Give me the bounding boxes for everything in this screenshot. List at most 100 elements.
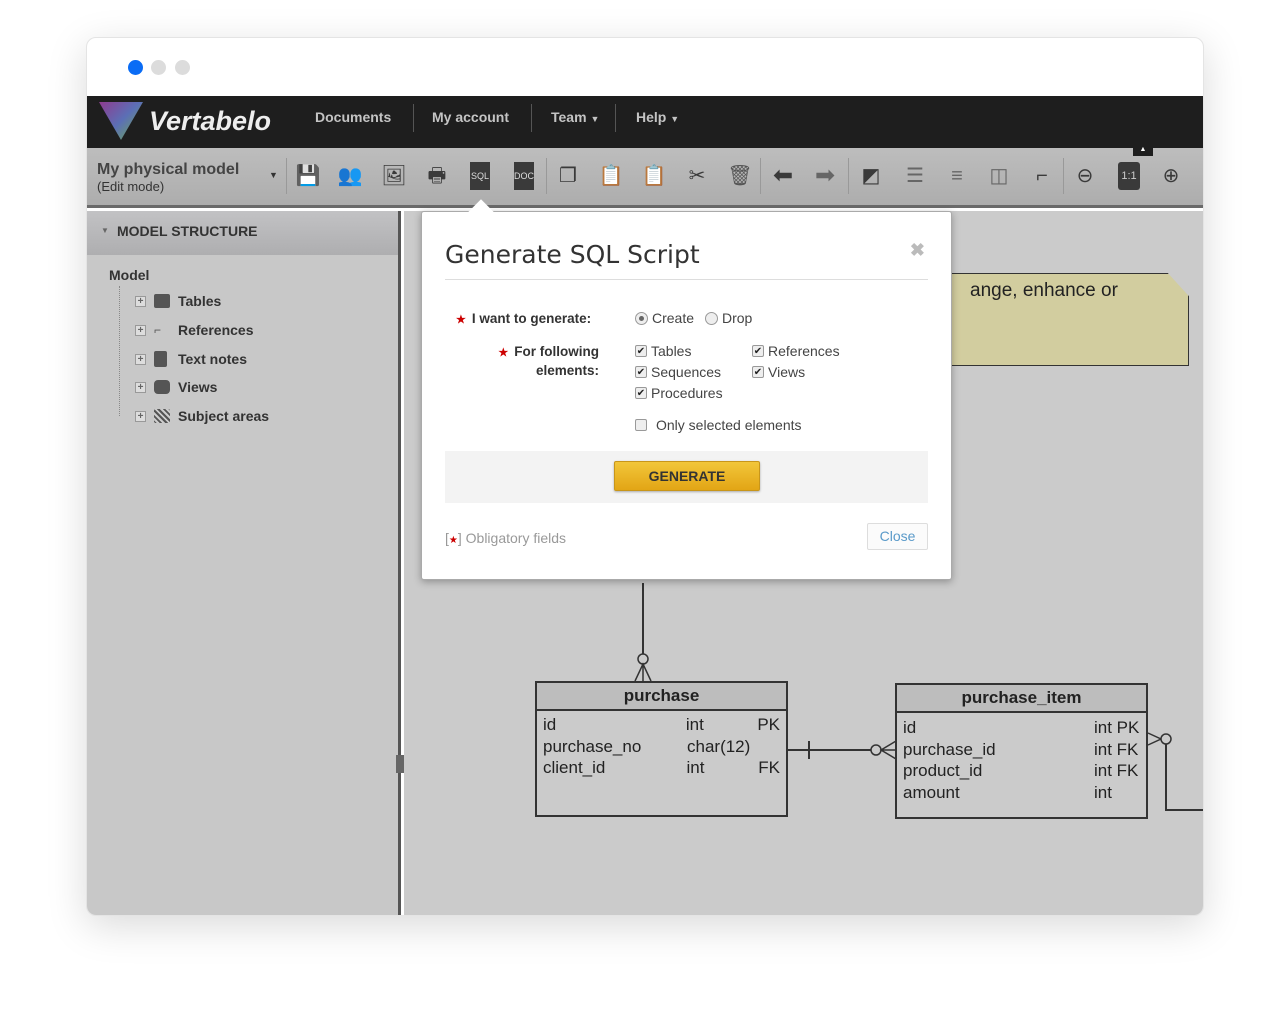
checkbox-only-selected[interactable]: Only selected elements [635,417,802,433]
undo-icon[interactable]: ⬅ [769,162,797,190]
paste-special-icon[interactable]: 📋 [640,162,668,190]
toolbar-divider [760,158,761,194]
nav-help[interactable]: Help ▼ [636,96,679,148]
close-icon[interactable]: ✖ [910,240,925,261]
close-window-dot[interactable] [128,60,143,75]
column-row: purchase_no char(12) [537,737,786,759]
top-nav: Vertabelo Documents My account Team ▼ He… [87,96,1203,148]
divider [445,279,928,280]
vertabelo-logo-icon [99,102,143,140]
elements-label-line2: elements: [535,363,599,378]
zoom-out-icon[interactable]: ⊖ [1071,162,1099,190]
reference-icon: ⌐ [154,323,162,337]
column-row: client_id int FK [537,758,786,780]
expand-icon[interactable]: + [135,353,146,365]
redo-icon[interactable]: ➡ [811,162,839,190]
sidebar-resize-handle[interactable] [396,755,404,773]
toolbar-divider [848,158,849,194]
entity-name: purchase_item [897,685,1146,713]
radio-drop[interactable]: Drop [705,310,752,326]
generate-sql-dialog: Generate SQL Script ✖ ★ I want to generat… [421,199,952,580]
expand-icon[interactable]: + [135,381,146,393]
view-icon [154,380,170,394]
column-row: amount int [897,783,1146,805]
expand-icon[interactable]: + [135,295,146,307]
checkbox-empty[interactable] [635,419,647,431]
doc-icon[interactable]: DOC [514,162,534,190]
cut-icon[interactable]: ✂ [683,162,711,190]
generate-label: ★ I want to generate: [456,311,591,326]
sql-icon[interactable]: SQL [470,162,490,190]
entity-name: purchase [537,683,786,711]
column-row: id int PK [537,715,786,737]
checkbox-tables[interactable]: ✔ Tables [635,343,691,359]
required-star-icon: ★ [498,347,509,359]
tree-item-subject-areas[interactable]: + Subject areas [135,406,269,426]
check-icon[interactable]: ✔ [752,345,764,357]
check-icon[interactable]: ✔ [635,387,647,399]
nav-documents[interactable]: Documents [315,96,391,148]
nav-divider [413,104,414,132]
tree-root-model[interactable]: Model [109,267,149,283]
nav-team[interactable]: Team ▼ [551,96,599,148]
checkbox-procedures[interactable]: ✔ Procedures [635,385,723,401]
tree-item-references[interactable]: + ⌐ References [135,320,254,340]
checkbox-references[interactable]: ✔ References [752,343,840,359]
route-icon[interactable]: ⌐ [1028,162,1056,190]
radio-create-label: Create [652,310,695,326]
checkbox-sequences[interactable]: ✔ Sequences [635,364,721,380]
tree-label: Subject areas [178,408,270,424]
users-icon[interactable]: 👥 [336,162,364,190]
tree-item-views[interactable]: + Views [135,377,217,397]
minimize-window-dot[interactable] [151,60,166,75]
copy-icon[interactable]: ❐ [554,162,582,190]
column-type: int [685,715,704,734]
save-icon[interactable]: 💾 [294,162,322,190]
reference-line [1165,744,1203,811]
trash-icon[interactable]: 🗑 [726,162,754,190]
radio-create[interactable]: Create [635,310,694,326]
checkbox-label: Views [768,364,806,380]
required-star-icon: ★ [448,535,458,546]
entity-purchase-item[interactable]: purchase_item id int PK purchase_id int FK… [895,683,1148,819]
subject-area-icon [154,409,170,423]
arrange-icon[interactable]: ◫ [985,162,1013,190]
column-name: amount [903,782,960,802]
check-icon[interactable]: ✔ [752,366,764,378]
radio-create-button[interactable] [635,311,648,325]
image-icon[interactable]: 🖼 [380,162,408,190]
print-icon[interactable]: 🖶 [423,162,451,190]
table-icon [154,294,170,308]
align-icon[interactable]: ☰ [901,162,929,190]
radio-drop-button[interactable] [705,311,718,325]
edit-line-icon[interactable]: ◩ [857,162,885,190]
entity-purchase[interactable]: purchase id int PK purchase_no char(12) cli… [535,681,788,817]
nav-help-label: Help [636,109,667,125]
model-structure-header[interactable]: ▼ MODEL STRUCTURE [87,211,398,255]
expand-icon[interactable]: + [135,324,146,336]
column-type: int FK [1094,739,1139,759]
collapse-toolbar-icon[interactable]: ▲ [1133,146,1153,156]
checkbox-label: Procedures [651,385,723,401]
tree-item-text-notes[interactable]: + Text notes [135,349,247,369]
radio-drop-label: Drop [722,310,753,326]
nav-my-account[interactable]: My account [432,96,509,148]
logo[interactable]: Vertabelo [99,102,271,140]
chevron-down-icon: ▼ [590,114,600,124]
distribute-icon[interactable]: ≡ [943,162,971,190]
checkbox-views[interactable]: ✔ Views [752,364,805,380]
zoom-in-icon[interactable]: ⊕ [1157,162,1185,190]
maximize-window-dot[interactable] [175,60,190,75]
close-button[interactable]: Close [867,523,928,550]
paste-icon[interactable]: 📋 [597,162,625,190]
check-icon[interactable]: ✔ [635,345,647,357]
tree-item-tables[interactable]: + Tables [135,291,221,311]
check-icon[interactable]: ✔ [635,366,647,378]
expand-icon[interactable]: + [135,410,146,422]
sidebar-title: MODEL STRUCTURE [117,223,258,239]
chevron-down-icon: ▼ [269,170,278,180]
tree-label: Text notes [178,351,247,367]
generate-button[interactable]: GENERATE [614,461,760,491]
zoom-reset-icon[interactable]: 1:1 [1118,162,1140,190]
column-key: PK [757,715,780,734]
